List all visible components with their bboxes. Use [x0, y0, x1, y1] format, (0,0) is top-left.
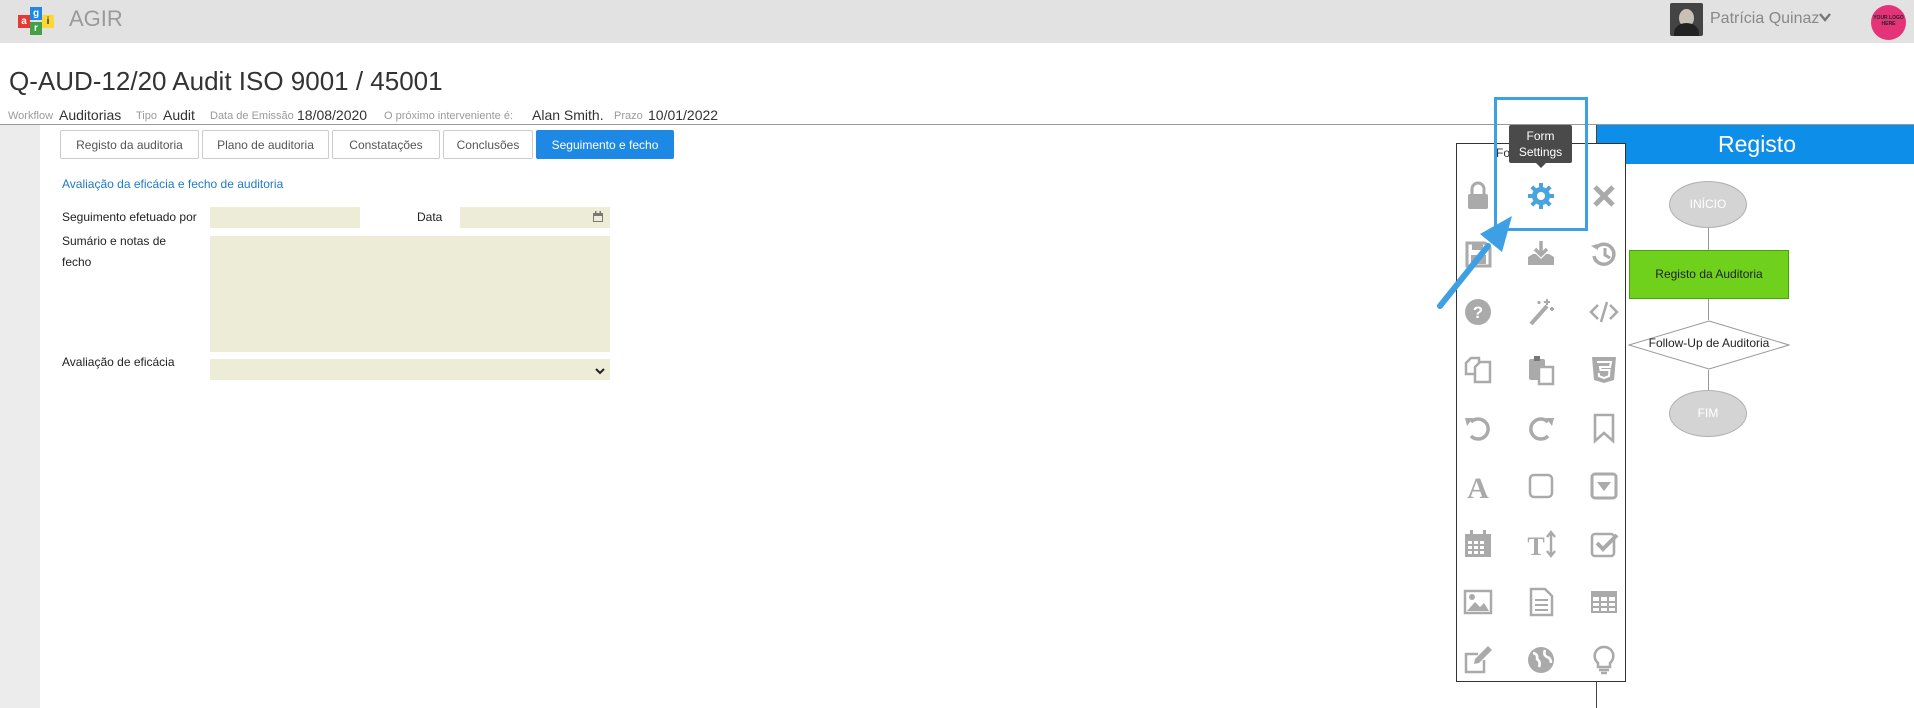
workflow-value: Auditorias — [59, 107, 122, 123]
tab-registo-da-auditoria[interactable]: Registo da auditoria — [60, 130, 199, 159]
close-icon[interactable] — [1584, 176, 1624, 216]
sumario-label: Sumário e notas de fecho — [62, 234, 167, 269]
workflow-start-node[interactable]: INÍCIO — [1669, 181, 1747, 228]
tipo-label: Tipo — [136, 110, 157, 122]
checkbox-icon[interactable] — [1584, 524, 1624, 564]
data-emissao-value: 18/08/2020 — [297, 107, 368, 123]
paste-icon[interactable] — [1521, 350, 1561, 390]
chevron-down-icon[interactable] — [594, 364, 606, 376]
brand-logo: YOUR LOGO HERE — [1871, 5, 1906, 40]
font-icon[interactable]: A — [1458, 466, 1498, 506]
data-input[interactable] — [460, 207, 610, 228]
css3-icon[interactable] — [1584, 350, 1624, 390]
top-bar — [0, 0, 1914, 43]
section-title: Avaliação da eficácia e fecho de auditor… — [62, 177, 284, 191]
avaliacao-label: Avaliação de eficácia — [62, 355, 175, 369]
document-icon[interactable] — [1521, 582, 1561, 622]
pointer-arrow-icon — [1437, 216, 1512, 309]
svg-text:A: A — [1467, 472, 1489, 502]
workflow-end-node[interactable]: FIM — [1669, 390, 1747, 437]
text-height-icon[interactable]: T — [1521, 524, 1561, 564]
code-icon[interactable] — [1584, 292, 1624, 332]
square-icon[interactable] — [1521, 466, 1561, 506]
tab-conclusoes[interactable]: Conclusões — [443, 130, 533, 159]
edit-icon[interactable] — [1458, 640, 1498, 680]
highlight-box — [1494, 97, 1588, 231]
svg-text:T: T — [1527, 532, 1544, 560]
copy-icon[interactable] — [1458, 350, 1498, 390]
lock-icon[interactable] — [1458, 176, 1498, 216]
prazo-value: 10/01/2022 — [648, 107, 719, 123]
user-avatar[interactable] — [1670, 3, 1703, 36]
logo-letter: a — [18, 15, 30, 28]
tab-constatacoes[interactable]: Constatações — [332, 130, 440, 159]
workflow-connector — [1708, 299, 1709, 320]
globe-icon[interactable] — [1521, 640, 1561, 680]
download-tray-icon[interactable] — [1521, 234, 1561, 274]
left-gutter — [0, 125, 40, 708]
undo-icon[interactable] — [1458, 408, 1498, 448]
logo-letter: r — [30, 22, 42, 35]
workflow-decision-label: Follow-Up de Auditoria — [1648, 336, 1770, 350]
image-icon[interactable] — [1458, 582, 1498, 622]
proximo-interveniente-label: O próximo interveniente é: — [384, 110, 514, 122]
prazo-label: Prazo — [614, 110, 643, 122]
table-icon[interactable] — [1584, 582, 1624, 622]
chevron-down-icon[interactable] — [1819, 11, 1831, 26]
redo-icon[interactable] — [1521, 408, 1561, 448]
magic-wand-icon[interactable] — [1521, 292, 1561, 332]
workflow-panel-title: Registo — [1718, 131, 1796, 157]
app-logo[interactable]: a g i r — [18, 4, 54, 36]
workflow-step-registo[interactable]: Registo da Auditoria — [1629, 250, 1789, 299]
page-title: Q-AUD-12/20 Audit ISO 9001 / 45001 — [9, 66, 443, 96]
workflow-label: Workflow — [8, 110, 54, 122]
data-emissao-label: Data de Emissão — [210, 110, 294, 122]
history-icon[interactable] — [1584, 234, 1624, 274]
bookmark-icon[interactable] — [1584, 408, 1624, 448]
workflow-panel-header: Registo — [1597, 125, 1914, 164]
dropdown-box-icon[interactable] — [1584, 466, 1624, 506]
tipo-value: Audit — [163, 107, 195, 123]
app-title: AGIR — [69, 6, 123, 31]
seguimento-input[interactable] — [210, 207, 360, 228]
tab-seguimento-e-fecho[interactable]: Seguimento e fecho — [536, 130, 674, 159]
workflow-connector — [1708, 370, 1709, 390]
logo-letter: i — [42, 15, 54, 28]
lightbulb-icon[interactable] — [1584, 640, 1624, 680]
calendar-icon[interactable] — [592, 210, 604, 222]
avaliacao-select[interactable] — [210, 359, 610, 380]
data-label: Data — [417, 210, 443, 224]
tab-plano-de-auditoria[interactable]: Plano de auditoria — [202, 130, 329, 159]
workflow-connector — [1708, 228, 1709, 250]
user-name[interactable]: Patrícia Quinaz — [1710, 10, 1819, 28]
proximo-interveniente-value: Alan Smith. — [532, 107, 604, 123]
calendar-icon[interactable] — [1458, 524, 1498, 564]
brand-logo-text: YOUR LOGO HERE — [1873, 15, 1904, 27]
logo-letter: g — [30, 7, 42, 20]
sumario-textarea[interactable] — [210, 236, 610, 352]
seguimento-label: Seguimento efetuado por — [62, 210, 197, 224]
